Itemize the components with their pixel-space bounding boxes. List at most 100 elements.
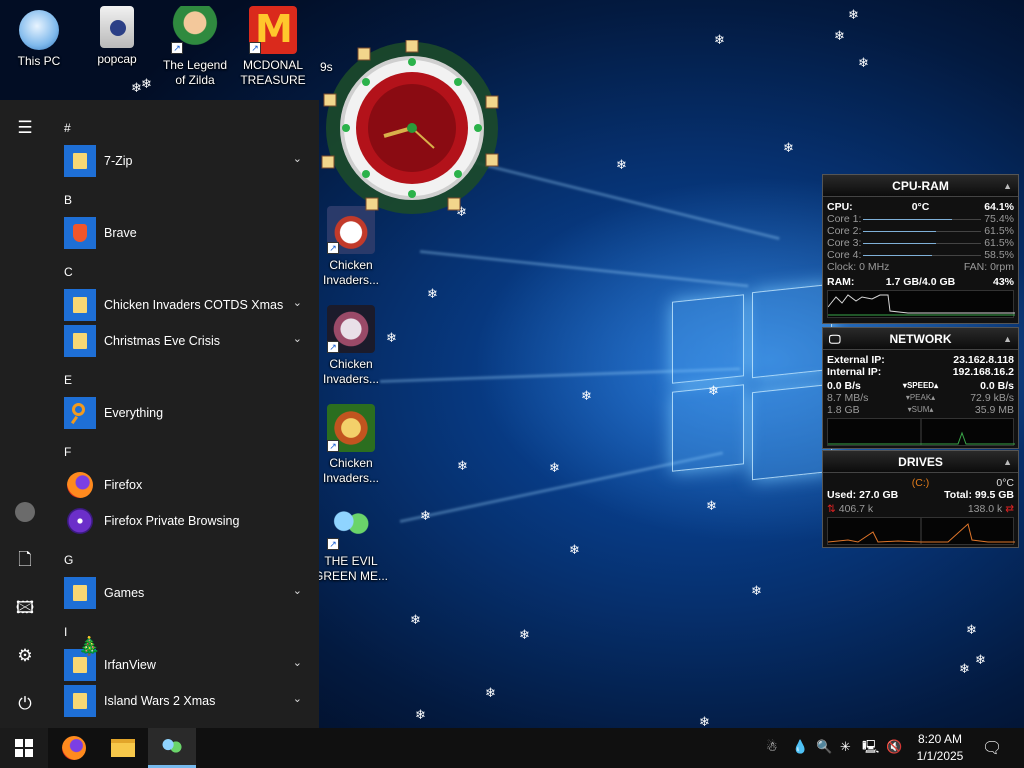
cpu-history-graph — [827, 290, 1015, 318]
app-item-firefox[interactable]: Firefox — [64, 469, 310, 501]
cpu-usage: 64.1% — [984, 201, 1014, 213]
snowflake-icon: ❄ — [616, 158, 627, 173]
app-item-everything[interactable]: Everything — [64, 397, 310, 429]
snowflake-icon: ❄ — [783, 141, 794, 156]
chevron-down-icon[interactable]: ⌄ — [293, 692, 302, 705]
clock-date: 1/1/2025 — [916, 749, 964, 763]
everything-search-icon[interactable]: 🔍 — [816, 740, 832, 756]
desktop-icon-chicken-invaders-3[interactable]: ↗ Chicken Invaders... — [314, 404, 388, 486]
app-item-irfanview[interactable]: IrfanView ⌄ — [64, 649, 310, 681]
read-arrow-icon: ⇅ — [827, 503, 836, 515]
snowflake-icon: ❄ — [549, 461, 560, 476]
user-avatar-icon[interactable] — [13, 500, 37, 524]
shortcut-arrow-icon: ↗ — [327, 242, 339, 254]
settings-icon[interactable]: ⚙ — [13, 644, 37, 668]
snowflake-icon: ❄ — [485, 686, 496, 701]
snowflake-icon: ❄ — [708, 384, 719, 399]
shortcut-arrow-icon: ↗ — [327, 440, 339, 452]
magnifier-icon — [64, 397, 96, 429]
desktop-icon-label: popcap — [97, 52, 137, 66]
write-arrow-icon: ⇄ — [1005, 503, 1014, 515]
app-item-firefox-private[interactable]: Firefox Private Browsing — [64, 505, 310, 537]
drive-activity-graph — [827, 517, 1015, 545]
drive-write: 138.0 k — [967, 503, 1003, 515]
folder-icon — [64, 145, 96, 177]
app-item-chicken-invaders-cotds[interactable]: Chicken Invaders COTDS Xmas ⌄ — [64, 289, 310, 321]
shortcut-arrow-icon: ↗ — [249, 42, 261, 54]
snowflake-icon: ❄ — [751, 584, 762, 599]
notifications-icon[interactable]: 🗨 — [982, 740, 1002, 756]
collapse-arrow-icon[interactable]: ▲ — [1003, 328, 1012, 350]
windows-logo-wallpaper — [672, 283, 832, 481]
monitor-icon: 🖵 — [829, 332, 841, 346]
file-explorer-icon — [111, 739, 135, 757]
desktop-icon-popcap[interactable]: popcap — [80, 6, 154, 67]
chevron-down-icon[interactable]: ⌄ — [293, 332, 302, 345]
firefox-icon — [64, 469, 96, 501]
chevron-down-icon[interactable]: ⌄ — [293, 584, 302, 597]
volume-muted-icon[interactable]: 🔇 — [886, 740, 902, 756]
core-row: Core 1: 75.4% — [827, 213, 1014, 225]
desktop-icon-this-pc[interactable]: This PC — [2, 6, 76, 69]
drive-total: Total: 99.5 GB — [944, 489, 1014, 501]
desktop-icon-label: Chicken Invaders... — [322, 456, 380, 485]
section-letter[interactable]: G — [64, 553, 73, 567]
section-letter[interactable]: F — [64, 445, 71, 459]
chevron-down-icon[interactable]: ⌄ — [293, 296, 302, 309]
drive-read: 406.7 k — [838, 503, 874, 515]
snowflake-icon: ❄ — [858, 56, 869, 71]
snowflake-icon: ❄ — [410, 613, 421, 628]
app-item-christmas-eve-crisis[interactable]: Christmas Eve Crisis ⌄ — [64, 325, 310, 357]
firefox-private-icon — [64, 505, 96, 537]
christmas-tree-cursor-icon: 🎄 — [78, 636, 101, 657]
snowflake-icon: ❄ — [519, 628, 530, 643]
app-item-island-wars-2[interactable]: Island Wars 2 Xmas ⌄ — [64, 685, 310, 717]
desktop-icon-chicken-invaders-2[interactable]: ↗ Chicken Invaders... — [314, 305, 388, 387]
taskbar-firefox[interactable] — [50, 728, 98, 768]
desktop-icon-evil-green-me[interactable]: ↗ THE EVIL GREEN ME... — [314, 502, 388, 584]
collapse-arrow-icon[interactable]: ▲ — [1003, 451, 1012, 473]
upload-speed: 0.0 B/s — [980, 380, 1014, 392]
app-item-games[interactable]: Games ⌄ — [64, 577, 310, 609]
snowflake-tray-icon[interactable]: ✳ — [840, 740, 851, 756]
app-item-7zip[interactable]: 7-Zip ⌄ — [64, 145, 310, 177]
core-row: Core 4: 58.5% — [827, 249, 1014, 261]
chicken-invaders-icon: ↗ — [327, 305, 375, 353]
network-icon[interactable]: 🖳 — [862, 740, 879, 756]
snowflake-icon: ❄ — [834, 29, 845, 44]
collapse-arrow-icon[interactable]: ▲ — [1003, 175, 1012, 197]
section-letter[interactable]: # — [64, 121, 71, 135]
firefox-icon — [62, 736, 86, 760]
taskbar-file-explorer[interactable] — [99, 728, 147, 768]
internal-ip: 192.168.16.2 — [952, 366, 1014, 378]
desktop-icon-mcdonal-treasure[interactable]: M ↗ MCDONAL TREASURE — [236, 6, 310, 88]
pictures-icon[interactable]: 🖾 — [13, 596, 37, 620]
core-row: Core 2: 61.5% — [827, 225, 1014, 237]
taskbar-clock[interactable]: 8:20 AM 1/1/2025 — [910, 731, 970, 765]
gadget-title: CPU-RAM — [892, 179, 949, 193]
ram-percent: 43% — [992, 276, 1014, 288]
documents-icon[interactable]: 🗋 — [13, 548, 37, 572]
chevron-down-icon[interactable]: ⌄ — [293, 152, 302, 165]
section-letter[interactable]: I — [64, 625, 67, 639]
snowflake-icon: ❄ — [427, 287, 438, 302]
section-letter[interactable]: B — [64, 193, 72, 207]
desktop-icon-legend-of-zilda[interactable]: ↗ The Legend of Zilda — [158, 6, 232, 88]
desktop-icon-label: Chicken Invaders... — [322, 258, 380, 287]
hamburger-icon[interactable]: ☰ — [13, 116, 37, 140]
tray-app-icon[interactable]: ☃ — [766, 740, 778, 756]
power-icon[interactable]: ⏻ — [13, 692, 37, 716]
taskbar-game-app[interactable] — [148, 728, 196, 768]
app-item-brave[interactable]: Brave — [64, 217, 310, 249]
desktop-icon-label: THE EVIL GREEN ME... — [314, 554, 389, 583]
core-row: Core 3: 61.5% — [827, 237, 1014, 249]
section-letter[interactable]: E — [64, 373, 72, 387]
section-letter[interactable]: C — [64, 265, 73, 279]
mcdonalds-logo-icon: M ↗ — [249, 6, 297, 54]
water-drop-icon[interactable]: 💧 — [792, 740, 808, 756]
desktop-icon-label: This PC — [17, 54, 61, 68]
core-bar — [863, 243, 936, 244]
christmas-clock-gadget[interactable] — [318, 40, 518, 220]
chevron-down-icon[interactable]: ⌄ — [293, 656, 302, 669]
start-button[interactable] — [0, 728, 48, 768]
